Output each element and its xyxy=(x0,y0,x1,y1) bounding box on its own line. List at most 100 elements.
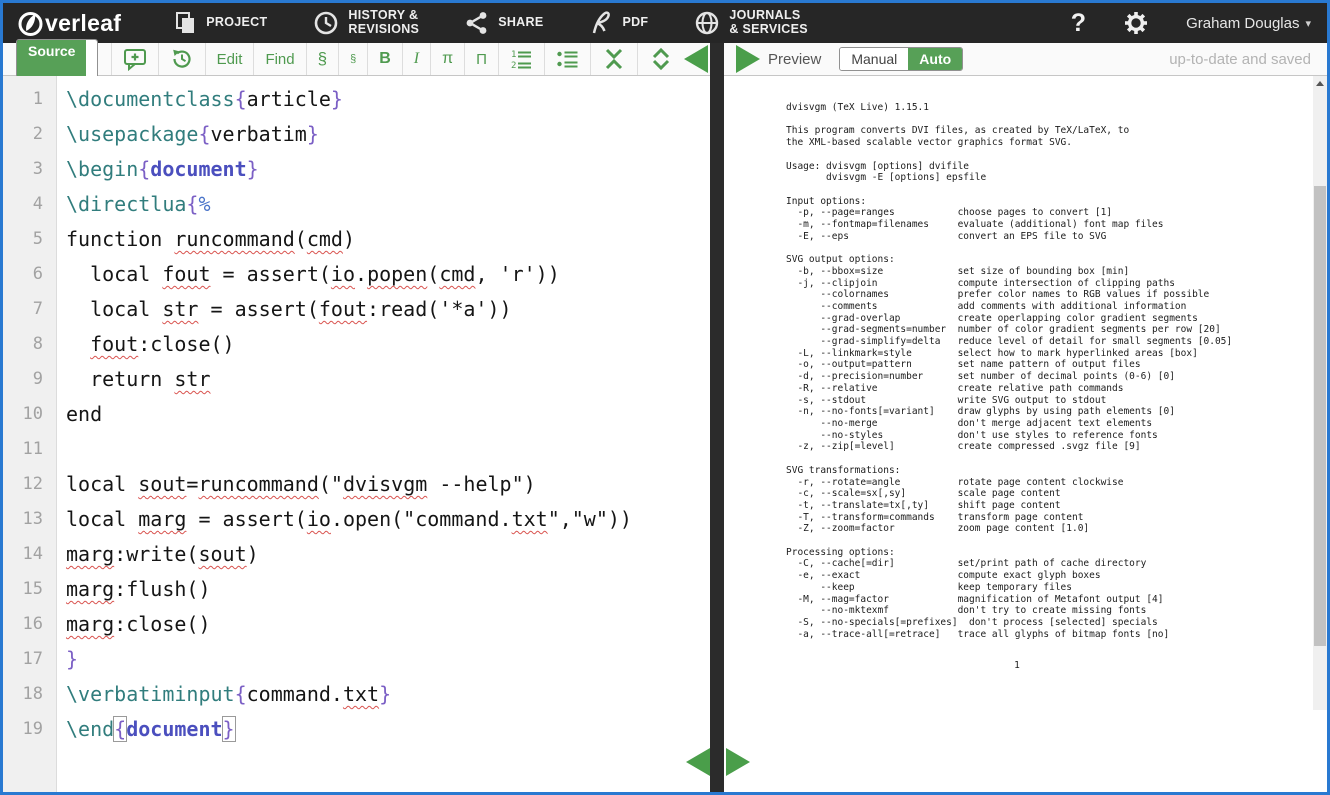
scroll-up-icon[interactable] xyxy=(1316,81,1324,86)
preview-toolbar: Preview Manual Auto up-to-date and saved xyxy=(724,43,1327,76)
code-line[interactable]: function runcommand(cmd) xyxy=(66,222,710,257)
code-line[interactable]: local str = assert(fout:read('*a')) xyxy=(66,292,710,327)
preview-label: Preview xyxy=(768,51,821,68)
overleaf-window: verleaf PROJECT HISTORY & REVISIONS xyxy=(0,0,1330,795)
find-button[interactable]: Find xyxy=(253,43,305,75)
nav-menu: PROJECT HISTORY & REVISIONS xyxy=(173,9,808,37)
code-line[interactable]: } xyxy=(66,642,710,677)
numbered-list-icon: 1 2 xyxy=(510,48,533,70)
collapse-editor-arrow-bottom[interactable] xyxy=(686,748,710,776)
source-editor: 12345678910111213141516171819 \documentc… xyxy=(3,76,710,792)
code-line[interactable]: return str xyxy=(66,362,710,397)
pdf-icon xyxy=(589,10,613,36)
section-button[interactable]: § xyxy=(306,43,338,75)
nav-share-label: SHARE xyxy=(498,16,543,30)
subsection-button[interactable]: § xyxy=(338,43,367,75)
pane-divider[interactable] xyxy=(710,43,724,792)
bullet-list-icon xyxy=(556,48,579,70)
nav-right-group: ? Graham Douglas ▾ xyxy=(1071,9,1311,38)
line-number: 12 xyxy=(3,467,56,502)
code-line[interactable]: \usepackage{verbatim} xyxy=(66,117,710,152)
nav-journals-services[interactable]: JOURNALS & SERVICES xyxy=(694,9,808,37)
code-line[interactable]: marg:write(sout) xyxy=(66,537,710,572)
track-changes-button[interactable] xyxy=(158,43,205,75)
code-line[interactable]: \directlua{% xyxy=(66,187,710,222)
history-clock-icon xyxy=(313,10,339,36)
editor-toolbar: Source Rich Text xyxy=(3,43,710,76)
user-account-menu[interactable]: Graham Douglas ▾ xyxy=(1186,15,1311,32)
line-number: 4 xyxy=(3,187,56,222)
inline-math-button[interactable]: π xyxy=(430,43,464,75)
overleaf-logo-text: verleaf xyxy=(45,10,121,37)
overleaf-logo-o-leaf-icon xyxy=(17,10,44,37)
display-math-button[interactable]: Π xyxy=(464,43,498,75)
nav-project-label: PROJECT xyxy=(206,16,267,30)
svg-text:1: 1 xyxy=(511,50,516,60)
nav-history-label: HISTORY & REVISIONS xyxy=(348,9,419,37)
code-line[interactable]: \verbatiminput{command.txt} xyxy=(66,677,710,712)
line-number: 2 xyxy=(3,117,56,152)
source-richtext-toggle: Source Rich Text xyxy=(16,39,98,79)
gear-icon[interactable] xyxy=(1122,9,1150,37)
nav-pdf[interactable]: PDF xyxy=(589,10,648,36)
comment-plus-icon xyxy=(123,48,147,71)
preview-scrollbar[interactable] xyxy=(1313,76,1327,710)
main-area: Source Rich Text xyxy=(3,43,1327,792)
code-line[interactable]: local fout = assert(io.popen(cmd, 'r')) xyxy=(66,257,710,292)
source-mode-button[interactable]: Source xyxy=(17,40,86,78)
code-line[interactable]: marg:close() xyxy=(66,607,710,642)
nav-history-revisions[interactable]: HISTORY & REVISIONS xyxy=(313,9,419,37)
line-number: 8 xyxy=(3,327,56,362)
track-changes-icon xyxy=(170,47,194,71)
code-line[interactable]: marg:flush() xyxy=(66,572,710,607)
code-line[interactable]: end xyxy=(66,397,710,432)
nav-project[interactable]: PROJECT xyxy=(173,11,267,35)
rich-text-mode-button[interactable]: Rich Text xyxy=(86,40,97,78)
top-navbar: verleaf PROJECT HISTORY & REVISIONS xyxy=(3,3,1327,43)
scrollbar-thumb[interactable] xyxy=(1314,186,1326,646)
line-number: 17 xyxy=(3,642,56,677)
nav-share[interactable]: SHARE xyxy=(465,11,543,35)
auto-compile-button[interactable]: Auto xyxy=(908,48,962,70)
italic-button[interactable]: I xyxy=(402,43,430,75)
bullet-list-button[interactable] xyxy=(544,43,590,75)
chevron-down-icon: ▾ xyxy=(1305,17,1311,30)
user-name: Graham Douglas xyxy=(1186,15,1299,32)
line-number: 1 xyxy=(3,82,56,117)
pdf-text: dvisvgm (TeX Live) 1.15.1 This program c… xyxy=(786,102,1232,640)
line-number: 7 xyxy=(3,292,56,327)
compile-status-text: up-to-date and saved xyxy=(1169,51,1311,68)
expand-view-button[interactable] xyxy=(637,43,684,75)
collapse-editor-arrow[interactable] xyxy=(684,45,708,73)
globe-icon xyxy=(694,10,720,36)
nav-pdf-label: PDF xyxy=(622,16,648,30)
collapse-pane-icon xyxy=(602,47,626,71)
numbered-list-button[interactable]: 1 2 xyxy=(498,43,544,75)
code-line[interactable]: local marg = assert(io.open("command.txt… xyxy=(66,502,710,537)
edit-menu-button[interactable]: Edit xyxy=(205,43,254,75)
overleaf-logo[interactable]: verleaf xyxy=(17,10,121,37)
line-number: 11 xyxy=(3,432,56,467)
code-line[interactable]: \documentclass{article} xyxy=(66,82,710,117)
collapse-view-button[interactable] xyxy=(590,43,637,75)
line-number: 15 xyxy=(3,572,56,607)
code-line[interactable]: \end{document} xyxy=(66,712,710,747)
help-button[interactable]: ? xyxy=(1071,9,1086,38)
pdf-preview: dvisvgm (TeX Live) 1.15.1 This program c… xyxy=(724,76,1327,792)
manual-compile-button[interactable]: Manual xyxy=(840,48,908,70)
code-line[interactable]: \begin{document} xyxy=(66,152,710,187)
bold-button[interactable]: B xyxy=(367,43,402,75)
line-number: 16 xyxy=(3,607,56,642)
line-number: 9 xyxy=(3,362,56,397)
expand-preview-arrow-bottom[interactable] xyxy=(726,748,750,776)
add-comment-button[interactable] xyxy=(111,43,158,75)
nav-journals-label: JOURNALS & SERVICES xyxy=(729,9,808,37)
share-icon xyxy=(465,11,489,35)
code-lines[interactable]: \documentclass{article}\usepackage{verba… xyxy=(57,76,710,792)
editor-gutter: 12345678910111213141516171819 xyxy=(3,76,57,792)
line-number: 5 xyxy=(3,222,56,257)
code-line[interactable]: local sout=runcommand("dvisvgm --help") xyxy=(66,467,710,502)
code-line[interactable] xyxy=(66,432,710,467)
code-line[interactable]: fout:close() xyxy=(66,327,710,362)
expand-preview-arrow[interactable] xyxy=(736,45,760,73)
